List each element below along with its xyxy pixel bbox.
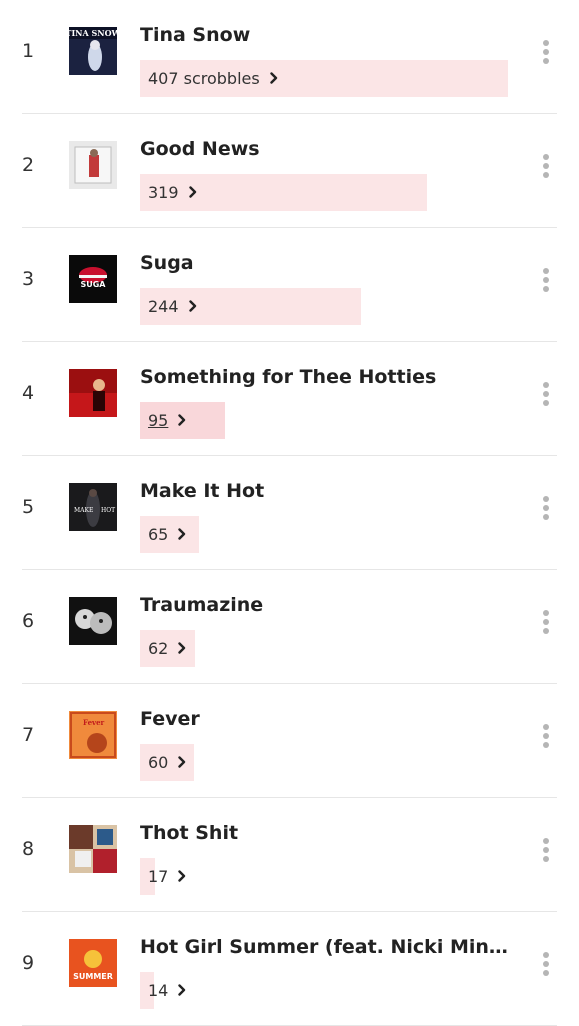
track-rank: 3 <box>22 268 35 290</box>
more-vertical-icon[interactable] <box>543 382 549 406</box>
chevron-right-icon <box>178 745 186 782</box>
track-title[interactable]: Good News <box>140 138 510 160</box>
scrobble-count: 14 <box>148 981 169 1000</box>
chevron-right-icon <box>178 631 186 668</box>
scrobble-count-link[interactable]: 244 <box>140 288 197 325</box>
scrobble-count-link[interactable]: 95 <box>140 402 186 439</box>
more-vertical-icon[interactable] <box>543 610 549 634</box>
scrobble-count-link[interactable]: 17 <box>140 858 186 895</box>
svg-text:SUGA: SUGA <box>80 280 106 289</box>
album-art[interactable] <box>69 369 117 417</box>
svg-text:TINA SNOW: TINA SNOW <box>69 28 117 38</box>
track-rank: 6 <box>22 610 35 632</box>
scrobble-count: 17 <box>148 867 169 886</box>
track-row[interactable]: 3 SUGA Suga 244 <box>22 228 557 342</box>
track-title[interactable]: Traumazine <box>140 594 510 616</box>
track-rank: 7 <box>22 724 35 746</box>
more-vertical-icon[interactable] <box>543 724 549 748</box>
chevron-right-icon <box>188 175 197 212</box>
scrobble-count: 244 <box>148 297 179 316</box>
track-row[interactable]: 8 Thot Shit 17 <box>22 798 557 912</box>
chevron-right-icon <box>270 61 278 98</box>
track-row[interactable]: 5 MAKE HOT Make It Hot 65 <box>22 456 557 570</box>
more-vertical-icon[interactable] <box>543 838 549 862</box>
album-art[interactable]: SUGA <box>69 255 117 303</box>
track-rank: 1 <box>22 40 35 62</box>
more-vertical-icon[interactable] <box>543 154 549 178</box>
scrobble-count: 95 <box>148 411 169 430</box>
album-art[interactable] <box>69 597 117 645</box>
track-row[interactable]: 1 TINA SNOW Tina Snow 407 scrobbles <box>22 0 557 114</box>
scrobble-count: 319 <box>148 183 179 202</box>
track-row[interactable]: 6 Traumazine 62 <box>22 570 557 684</box>
chevron-right-icon <box>178 973 186 1010</box>
album-art[interactable] <box>69 825 117 873</box>
track-row[interactable]: 4 Something for Thee Hotties 95 <box>22 342 557 456</box>
album-art[interactable]: SUMMER <box>69 939 117 987</box>
track-rank: 9 <box>22 952 35 974</box>
chevron-right-icon <box>178 859 186 896</box>
track-row[interactable]: 9 SUMMER Hot Girl Summer (feat. Nicki Mina… <box>22 912 557 1026</box>
track-title[interactable]: Something for Thee Hotties <box>140 366 510 388</box>
track-title[interactable]: Thot Shit <box>140 822 510 844</box>
more-vertical-icon[interactable] <box>543 40 549 64</box>
scrobble-count: 60 <box>148 753 169 772</box>
scrobble-count: 407 scrobbles <box>148 69 260 88</box>
svg-text:MAKE: MAKE <box>74 507 93 514</box>
album-art[interactable]: MAKE HOT <box>69 483 117 531</box>
svg-text:HOT: HOT <box>101 507 115 514</box>
track-rank: 8 <box>22 838 35 860</box>
track-rank: 4 <box>22 382 35 404</box>
scrobble-count-link[interactable]: 14 <box>140 972 186 1009</box>
scrobble-count: 65 <box>148 525 169 544</box>
svg-text:SUMMER: SUMMER <box>73 972 113 981</box>
scrobble-count-link[interactable]: 319 <box>140 174 197 211</box>
track-title[interactable]: Hot Girl Summer (feat. Nicki Minaj & T..… <box>140 936 510 958</box>
track-row[interactable]: 2 Good News 319 <box>22 114 557 228</box>
scrobble-count-link[interactable]: 62 <box>140 630 186 667</box>
track-title[interactable]: Suga <box>140 252 510 274</box>
track-title[interactable]: Fever <box>140 708 510 730</box>
scrobble-count-link[interactable]: 407 scrobbles <box>140 60 278 97</box>
more-vertical-icon[interactable] <box>543 496 549 520</box>
track-list: 1 TINA SNOW Tina Snow 407 scrobbles 2 Good Ne… <box>0 0 579 1026</box>
scrobble-count-link[interactable]: 65 <box>140 516 186 553</box>
track-title[interactable]: Tina Snow <box>140 24 510 46</box>
chevron-right-icon <box>188 289 197 326</box>
more-vertical-icon[interactable] <box>543 268 549 292</box>
chevron-right-icon <box>178 517 186 554</box>
album-art[interactable]: TINA SNOW <box>69 27 117 75</box>
track-rank: 5 <box>22 496 35 518</box>
album-art[interactable]: Fever <box>69 711 117 759</box>
album-art[interactable] <box>69 141 117 189</box>
chevron-right-icon <box>178 403 186 440</box>
track-title[interactable]: Make It Hot <box>140 480 510 502</box>
svg-text:Fever: Fever <box>83 718 105 727</box>
more-vertical-icon[interactable] <box>543 952 549 976</box>
track-row[interactable]: 7 Fever Fever 60 <box>22 684 557 798</box>
track-rank: 2 <box>22 154 35 176</box>
scrobble-count: 62 <box>148 639 169 658</box>
scrobble-count-link[interactable]: 60 <box>140 744 186 781</box>
